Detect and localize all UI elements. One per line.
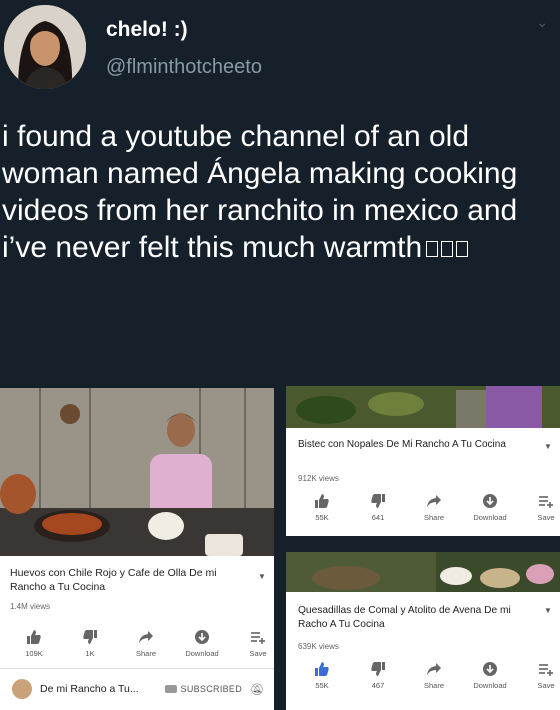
video-title[interactable]: Bistec con Nopales De Mi Rancho A Tu Coc… xyxy=(298,438,528,452)
channel-row: De mi Rancho a Tu... SUBSCRIBED 🔕︎ xyxy=(0,668,274,709)
like-button[interactable]: 109K xyxy=(6,628,62,658)
user-handle[interactable]: @flminthotcheeto xyxy=(106,56,262,79)
view-count: 912K views xyxy=(298,474,339,483)
subscribed-label: SUBSCRIBED xyxy=(180,684,243,694)
dislike-count: 467 xyxy=(371,681,385,690)
thumbs-down-icon xyxy=(370,492,386,510)
thumbs-up-icon xyxy=(314,492,330,510)
video-title[interactable]: Huevos con Chile Rojo y Cafe de Olla De … xyxy=(10,566,240,594)
add-to-playlist-icon xyxy=(538,492,554,510)
like-count: 55K xyxy=(315,681,329,690)
save-button[interactable]: Save xyxy=(230,628,274,658)
download-icon xyxy=(194,628,210,646)
emoji-placeholder-icon xyxy=(426,241,469,258)
thumbs-down-icon xyxy=(82,628,98,646)
dislike-button[interactable]: 1K xyxy=(62,628,118,658)
subscriptions-icon xyxy=(164,685,177,693)
avatar[interactable] xyxy=(4,5,86,89)
video-card-bistec: Bistec con Nopales De Mi Rancho A Tu Coc… xyxy=(286,386,560,536)
dislike-button[interactable]: 467 xyxy=(350,660,406,690)
expand-description-chevron-icon[interactable]: ▼ xyxy=(544,442,552,451)
share-button[interactable]: Share xyxy=(118,628,174,658)
share-button[interactable]: Share xyxy=(406,492,462,522)
share-label: Share xyxy=(423,681,444,690)
save-button[interactable]: Save xyxy=(518,492,560,522)
tweet-text-block: i found a youtube channel of an old woma… xyxy=(2,118,558,266)
share-arrow-icon xyxy=(426,660,442,678)
add-to-playlist-icon xyxy=(538,660,554,678)
like-button[interactable]: 55K xyxy=(294,492,350,522)
save-label: Save xyxy=(537,513,555,522)
download-label: Download xyxy=(473,513,507,522)
download-button[interactable]: Download xyxy=(174,628,230,658)
share-arrow-icon xyxy=(426,492,442,510)
download-icon xyxy=(482,660,498,678)
save-button[interactable]: Save xyxy=(518,660,560,690)
like-button[interactable]: 55K xyxy=(294,660,350,690)
download-button[interactable]: Download xyxy=(462,660,518,690)
like-count: 109K xyxy=(25,649,43,658)
add-to-playlist-icon xyxy=(250,628,266,646)
save-label: Save xyxy=(249,649,267,658)
share-button[interactable]: Share xyxy=(406,660,462,690)
download-icon xyxy=(482,492,498,510)
video-thumbnail-bistec[interactable] xyxy=(286,386,560,428)
share-arrow-icon xyxy=(138,628,154,646)
dislike-count: 1K xyxy=(85,649,95,658)
subscribed-button[interactable]: SUBSCRIBED xyxy=(164,684,243,694)
download-label: Download xyxy=(473,681,507,690)
dislike-button[interactable]: 641 xyxy=(350,492,406,522)
tweet-menu-chevron-icon[interactable]: ⌄ xyxy=(536,14,548,31)
video-title[interactable]: Quesadillas de Comal y Atolito de Avena … xyxy=(298,604,534,632)
expand-description-chevron-icon[interactable]: ▼ xyxy=(258,572,266,581)
expand-description-chevron-icon[interactable]: ▼ xyxy=(544,606,552,615)
share-label: Share xyxy=(423,513,444,522)
view-count: 1.4M views xyxy=(10,602,51,611)
video-actions: 55K 641 Share Download Save xyxy=(294,492,560,522)
video-actions: 55K 467 Share Download Save xyxy=(294,660,560,690)
video-card-quesadillas: Quesadillas de Comal y Atolito de Avena … xyxy=(286,552,560,710)
thumbs-up-icon xyxy=(26,628,42,646)
video-thumbnail-huevos[interactable] xyxy=(0,388,274,556)
channel-name[interactable]: De mi Rancho a Tu... xyxy=(40,683,139,695)
video-thumbnail-quesadillas[interactable] xyxy=(286,552,560,592)
channel-avatar[interactable] xyxy=(12,679,32,699)
download-label: Download xyxy=(185,649,219,658)
share-label: Share xyxy=(135,649,156,658)
video-card-huevos: Huevos con Chile Rojo y Cafe de Olla De … xyxy=(0,388,274,710)
thumbs-up-icon xyxy=(314,660,330,678)
video-actions: 109K 1K Share Download Save xyxy=(6,628,274,658)
like-count: 55K xyxy=(315,513,329,522)
display-name[interactable]: chelo! :) xyxy=(106,18,188,42)
view-count: 639K views xyxy=(298,642,339,651)
save-label: Save xyxy=(537,681,555,690)
thumbs-down-icon xyxy=(370,660,386,678)
notification-bell-icon[interactable]: 🔕︎ xyxy=(250,683,264,696)
dislike-count: 641 xyxy=(371,513,385,522)
download-button[interactable]: Download xyxy=(462,492,518,522)
